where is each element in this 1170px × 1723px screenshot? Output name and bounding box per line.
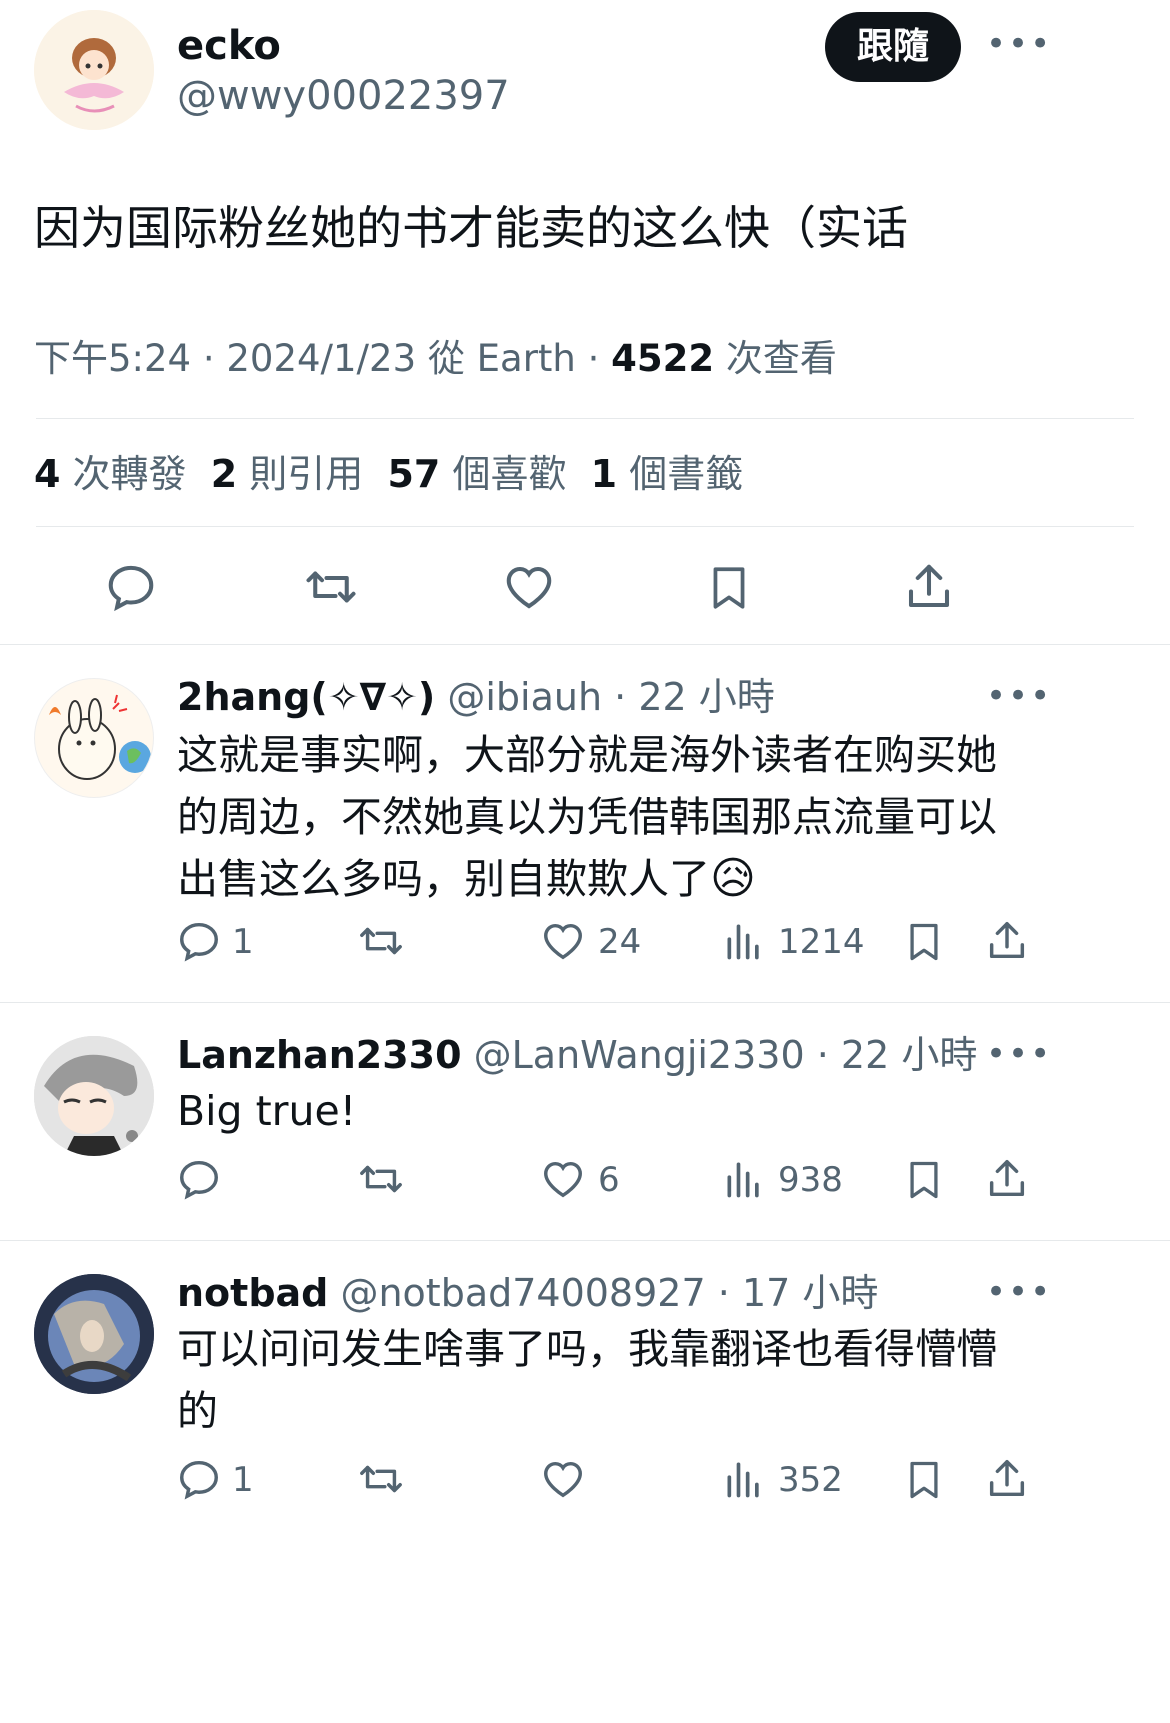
like-count: 24 [598,922,642,962]
more-icon[interactable]: ••• [986,676,1052,716]
retweet-icon[interactable] [356,918,406,964]
share-icon[interactable] [984,1456,1030,1502]
like-icon[interactable] [540,1156,586,1202]
reply-icon[interactable] [176,918,222,964]
views-icon[interactable] [722,1156,766,1202]
divider [0,1240,1170,1241]
reply-display-name[interactable]: notbad [177,1271,328,1315]
bookmark-icon[interactable] [704,560,754,616]
meta-separator: · [717,1271,730,1315]
more-icon[interactable]: ••• [986,24,1052,64]
reply-text-line: 出售这么多吗，别自欺欺人了😥 [177,853,756,904]
more-icon[interactable]: ••• [986,1272,1052,1312]
meta-separator: · [816,1033,829,1077]
reply-text-line: 的周边，不然她真以为凭借韩国那点流量可以 [177,793,997,841]
bookmark-icon[interactable] [902,1156,946,1204]
views-icon[interactable] [722,1456,766,1502]
reply-handle[interactable]: @LanWangji2330 [474,1033,805,1077]
meta-separator: · [202,337,215,380]
reply-header: Lanzhan2330 @LanWangji2330 · 22 小時 [177,1030,977,1080]
stat-likes[interactable]: 57 個喜歡 [387,452,566,496]
reply-text: 可以问问发生啥事了吗，我靠翻译也看得懵懵 的 [177,1318,997,1442]
source-prefix: 從 [427,337,465,380]
author-avatar[interactable] [34,10,154,130]
reply-display-name[interactable]: Lanzhan2330 [177,1033,462,1077]
divider [0,644,1170,645]
retweet-icon[interactable] [356,1156,406,1202]
author-display-name[interactable]: ecko [177,20,281,72]
reply-age[interactable]: 17 小時 [742,1271,878,1315]
reply-avatar[interactable] [34,1274,154,1394]
reply-text: 这就是事实啊，大部分就是海外读者在购买她 的周边，不然她真以为凭借韩国那点流量可… [177,724,997,910]
reply-count: 1 [232,922,254,962]
meta-separator: · [587,337,600,380]
like-icon[interactable] [502,560,556,614]
author-handle[interactable]: @wwy00022397 [177,70,510,122]
reply-text: Big true! [177,1080,356,1142]
divider [36,526,1134,527]
stat-bookmarks[interactable]: 1 個書籤 [591,452,744,496]
sad-face-emoji: 😥 [710,853,756,904]
views-count: 938 [778,1160,843,1200]
like-count: 6 [598,1160,620,1200]
views-label: 次查看 [725,337,837,380]
tweet-text: 因为国际粉丝她的书才能卖的这么快（实话 [34,201,908,255]
reply-handle[interactable]: @notbad74008927 [340,1271,705,1315]
share-icon[interactable] [984,1156,1030,1202]
reply-age[interactable]: 22 小時 [638,675,774,719]
reply-icon[interactable] [104,560,158,614]
views-icon[interactable] [722,918,766,964]
stat-quotes[interactable]: 2 則引用 [211,452,364,496]
reply-text-line: 的 [177,1387,218,1435]
meta-separator: · [614,675,627,719]
reply-icon[interactable] [176,1456,222,1502]
follow-button[interactable]: 跟隨 [825,12,961,82]
bookmark-icon[interactable] [902,918,946,966]
share-icon[interactable] [902,560,956,614]
reply-count: 1 [232,1460,254,1500]
tweet-time[interactable]: 下午5:24 [34,337,191,380]
reply-handle[interactable]: @ibiauh [447,675,602,719]
reply-avatar[interactable] [34,678,154,798]
more-icon[interactable]: ••• [986,1034,1052,1074]
stat-retweets[interactable]: 4 次轉發 [34,452,187,496]
reply-age[interactable]: 22 小時 [841,1033,977,1077]
like-icon[interactable] [540,918,586,964]
reply-header: notbad @notbad74008927 · 17 小時 [177,1268,878,1318]
like-icon[interactable] [540,1456,586,1502]
reply-text-line: Big true! [177,1087,357,1135]
reply-icon[interactable] [176,1156,222,1202]
divider [0,1002,1170,1003]
tweet-date[interactable]: 2024/1/23 [226,337,416,380]
reply-avatar[interactable] [34,1036,154,1156]
divider [36,418,1134,419]
bookmark-icon[interactable] [902,1456,946,1504]
views-count: 1214 [778,922,865,962]
retweet-icon[interactable] [356,1456,406,1502]
engagement-stats: 4 次轉發 2 則引用 57 個喜歡 1 個書籤 [34,448,743,500]
reply-text-line: 可以问问发生啥事了吗，我靠翻译也看得懵懵 [177,1325,997,1373]
tweet-meta: 下午5:24 · 2024/1/23 從 Earth · 4522 次查看 [34,334,837,384]
retweet-icon[interactable] [302,560,360,614]
reply-header: 2hang(✧∇✧) @ibiauh · 22 小時 [177,672,775,722]
views-count: 352 [778,1460,843,1500]
reply-text-line: 这就是事实啊，大部分就是海外读者在购买她 [177,731,997,779]
share-icon[interactable] [984,918,1030,964]
reply-display-name[interactable]: 2hang(✧∇✧) [177,675,435,719]
views-count: 4522 [611,337,715,380]
tweet-source: Earth [476,337,576,380]
